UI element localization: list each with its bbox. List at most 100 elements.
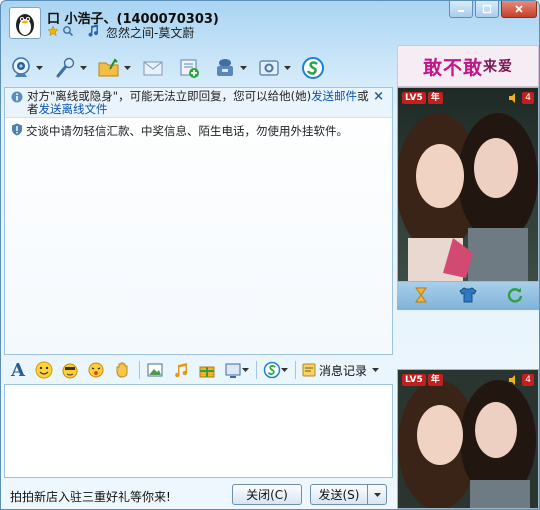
photo-image xyxy=(398,370,538,508)
send-button[interactable]: 发送(S) xyxy=(310,484,368,505)
speaker-icon xyxy=(509,375,516,385)
briefcase-icon xyxy=(211,54,239,82)
chevron-down-icon xyxy=(239,54,247,82)
soso-icon xyxy=(263,361,280,379)
outfit-button[interactable] xyxy=(459,286,477,307)
shake-face-icon xyxy=(88,362,104,378)
settings-icon xyxy=(255,54,283,82)
show-banner[interactable]: 敢不敢 来爱 xyxy=(397,45,539,87)
level-text: LV5 xyxy=(402,374,426,386)
send-offline-file-link[interactable]: 发送离线文件 xyxy=(39,102,108,116)
notice-close-button[interactable]: × xyxy=(373,90,384,103)
banner-text-small: 来爱 xyxy=(483,59,513,75)
close-window-button[interactable] xyxy=(501,1,537,18)
music-title[interactable]: 忽然之间-莫文蔚 xyxy=(106,24,194,41)
send-options-button[interactable] xyxy=(367,484,387,505)
security-warning: 交谈中请勿轻信汇款、中奖信息、陌生电话，勿使用外挂软件。 xyxy=(11,123,348,139)
volume-badge[interactable]: 4 xyxy=(508,374,534,386)
soso-button[interactable] xyxy=(299,54,327,82)
my-show-image[interactable]: LV5 年 4 xyxy=(397,369,539,509)
soso-icon xyxy=(299,54,327,82)
minimize-icon xyxy=(458,10,464,12)
font-button[interactable]: A xyxy=(6,359,30,381)
minimize-button[interactable] xyxy=(449,1,473,18)
emoji-button[interactable] xyxy=(32,359,56,381)
voice-call-button[interactable] xyxy=(51,54,87,82)
send-email-button[interactable] xyxy=(139,54,167,82)
year-text: 年 xyxy=(427,92,443,104)
warning-text: 交谈中请勿轻信汇款、中奖信息、陌生电话，勿使用外挂软件。 xyxy=(26,124,348,138)
history-icon xyxy=(302,363,316,377)
font-icon: A xyxy=(11,359,25,381)
status-row: 忽然之间-莫文蔚 xyxy=(47,24,194,41)
level-text: LV5 xyxy=(402,92,426,104)
video-call-icon xyxy=(7,54,35,82)
chevron-down-icon xyxy=(283,54,291,82)
level-badge: LV5 年 xyxy=(402,92,443,104)
main-toolbar xyxy=(7,49,335,87)
envelope-icon xyxy=(139,54,167,82)
music-share-button[interactable] xyxy=(169,359,193,381)
year-text: 年 xyxy=(427,374,443,386)
soso-search-button[interactable] xyxy=(260,359,290,381)
video-call-button[interactable] xyxy=(7,54,43,82)
divider xyxy=(295,361,296,379)
banner-text: 敢不敢 xyxy=(422,56,483,79)
swap-button[interactable] xyxy=(412,286,430,307)
chevron-down-icon xyxy=(280,368,288,372)
format-toolbar: A 消息记录 xyxy=(4,357,393,383)
tshirt-icon xyxy=(459,286,477,302)
hourglass-icon xyxy=(414,287,427,302)
avatar[interactable] xyxy=(9,7,41,39)
chat-window: 口 小浩子、(1400070303) 忽然之间-莫文蔚 对方"离线或隐身"，可能… xyxy=(0,0,540,510)
cute-emoji-button[interactable] xyxy=(110,359,134,381)
screenshot-button[interactable] xyxy=(221,359,251,381)
notice-text: 对方"离线或隐身"，可能无法立即回复，您可以给他(她) xyxy=(27,89,312,103)
send-file-button[interactable] xyxy=(95,54,131,82)
music-icon xyxy=(175,363,188,378)
folder-icon xyxy=(95,54,123,82)
create-group-button[interactable] xyxy=(175,54,203,82)
ad-link[interactable]: 拍拍新店入驻三重好礼等你来! xyxy=(10,488,171,505)
music-note-icon[interactable] xyxy=(87,24,99,40)
chevron-down-icon xyxy=(373,492,381,497)
divider xyxy=(256,361,257,379)
chevron-down-icon xyxy=(79,54,87,82)
message-history-button[interactable]: 消息记录 xyxy=(301,362,380,379)
window-controls xyxy=(449,1,537,18)
chat-history-panel[interactable]: 对方"离线或隐身"，可能无法立即回复，您可以给他(她)发送邮件或者发送离线文件 … xyxy=(4,87,393,355)
add-group-icon xyxy=(175,54,203,82)
apps-button[interactable] xyxy=(211,54,247,82)
maximize-icon xyxy=(482,4,492,14)
shake-button[interactable] xyxy=(84,359,108,381)
level-badge: LV5 年 xyxy=(402,374,443,386)
close-button[interactable]: 关闭(C) xyxy=(232,484,302,505)
picture-icon xyxy=(147,363,163,377)
chevron-down-icon xyxy=(123,54,131,82)
send-email-link[interactable]: 发送邮件 xyxy=(311,89,357,103)
magic-emoji-button[interactable] xyxy=(58,359,82,381)
chevron-down-icon xyxy=(241,368,249,372)
star-icon[interactable] xyxy=(47,24,59,40)
magic-face-icon xyxy=(62,363,78,379)
hand-icon xyxy=(116,362,128,378)
settings-button[interactable] xyxy=(255,54,291,82)
shield-icon xyxy=(11,123,23,139)
smiley-icon xyxy=(35,361,53,379)
gift-icon xyxy=(199,366,215,378)
image-button[interactable] xyxy=(143,359,167,381)
maximize-button[interactable] xyxy=(475,1,499,18)
refresh-button[interactable] xyxy=(506,286,524,307)
volume-count: 4 xyxy=(522,92,534,104)
search-icon[interactable] xyxy=(62,25,74,40)
screenshot-icon xyxy=(225,363,240,378)
microphone-icon xyxy=(51,54,79,82)
gift-button[interactable] xyxy=(195,359,219,381)
volume-badge[interactable]: 4 xyxy=(508,92,534,104)
refresh-icon xyxy=(508,287,523,302)
message-input[interactable] xyxy=(4,384,393,478)
divider xyxy=(139,361,140,379)
contact-show-image[interactable]: LV5 年 4 xyxy=(397,87,539,282)
history-label: 消息记录 xyxy=(319,363,368,378)
chevron-down-icon xyxy=(35,54,43,82)
